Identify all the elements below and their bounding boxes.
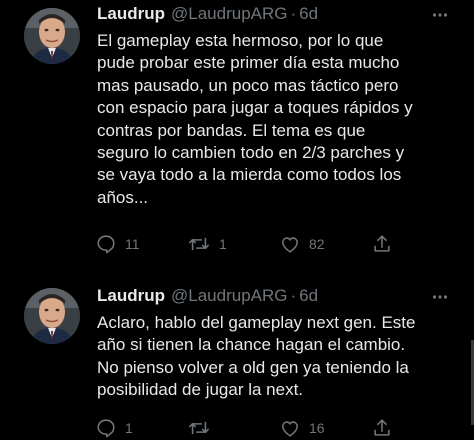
reply-count: 1 xyxy=(125,420,133,436)
tweet-actions: 1 16 xyxy=(95,416,395,440)
tweet-text-line: seguro lo cambien todo en 2/3 parches y xyxy=(97,143,405,163)
user-handle[interactable]: @LaudrupARG xyxy=(171,2,288,26)
tweet-text-line: mas pausado, un poco mas táctico pero xyxy=(97,75,399,95)
heart-icon xyxy=(279,417,301,439)
reply-count: 11 xyxy=(125,236,140,252)
tweet-actions: 11 1 82 xyxy=(95,232,395,256)
more-icon[interactable] xyxy=(430,287,450,307)
avatar[interactable] xyxy=(24,288,80,344)
tweet-text-line: se vaya todo a la mierda como todos los xyxy=(97,165,402,185)
tweet-text-line: año si tienen la chance hagan el cambio. xyxy=(97,335,406,355)
reply-button[interactable]: 11 xyxy=(95,232,140,256)
more-icon[interactable] xyxy=(430,5,450,25)
timestamp[interactable]: 6d xyxy=(299,2,318,26)
retweet-count: 1 xyxy=(219,236,227,252)
share-button[interactable] xyxy=(371,416,393,440)
tweet-text-line: pude probar este primer día esta mucho xyxy=(97,53,400,73)
reply-icon xyxy=(95,233,117,255)
separator: · xyxy=(290,286,297,305)
retweet-button[interactable] xyxy=(187,416,219,440)
display-name[interactable]: Laudrup xyxy=(97,2,165,26)
display-name[interactable]: Laudrup xyxy=(97,284,165,308)
retweet-icon xyxy=(187,233,211,255)
tweet-header: Laudrup @LaudrupARG · 6d xyxy=(97,2,318,26)
share-button[interactable] xyxy=(371,232,393,256)
tweet-text-line: con espacio para jugar a toques rápidos … xyxy=(97,98,413,118)
timestamp[interactable]: 6d xyxy=(299,284,318,308)
avatar[interactable] xyxy=(24,8,80,64)
like-count: 16 xyxy=(309,420,325,436)
like-count: 82 xyxy=(309,236,325,252)
user-handle[interactable]: @LaudrupARG xyxy=(171,284,288,308)
like-button[interactable]: 16 xyxy=(279,416,325,440)
tweet-text: Aclaro, hablo del gameplay next gen. Est… xyxy=(97,312,462,402)
tweet-text-line: Aclaro, hablo del gameplay next gen. Est… xyxy=(97,313,416,332)
share-icon xyxy=(371,417,393,439)
tweet-text-line: contras por bandas. El tema es que xyxy=(97,120,366,140)
tweet-text-line: posibilidad de jugar la next. xyxy=(97,380,304,400)
retweet-icon xyxy=(187,417,211,439)
tweet-header: Laudrup @LaudrupARG · 6d xyxy=(97,284,318,308)
tweet-text: El gameplay esta hermoso, por lo que pud… xyxy=(97,30,462,209)
retweet-button[interactable]: 1 xyxy=(187,232,227,256)
reply-button[interactable]: 1 xyxy=(95,416,133,440)
separator: · xyxy=(290,4,297,23)
tweet-text-line: años... xyxy=(97,187,149,207)
tweet-text-line: No pienso volver a old gen ya teniendo l… xyxy=(97,357,409,377)
share-icon xyxy=(371,233,393,255)
reply-icon xyxy=(95,417,117,439)
like-button[interactable]: 82 xyxy=(279,232,325,256)
tweet-text-line: El gameplay esta hermoso, por lo que xyxy=(97,31,384,50)
heart-icon xyxy=(279,233,301,255)
